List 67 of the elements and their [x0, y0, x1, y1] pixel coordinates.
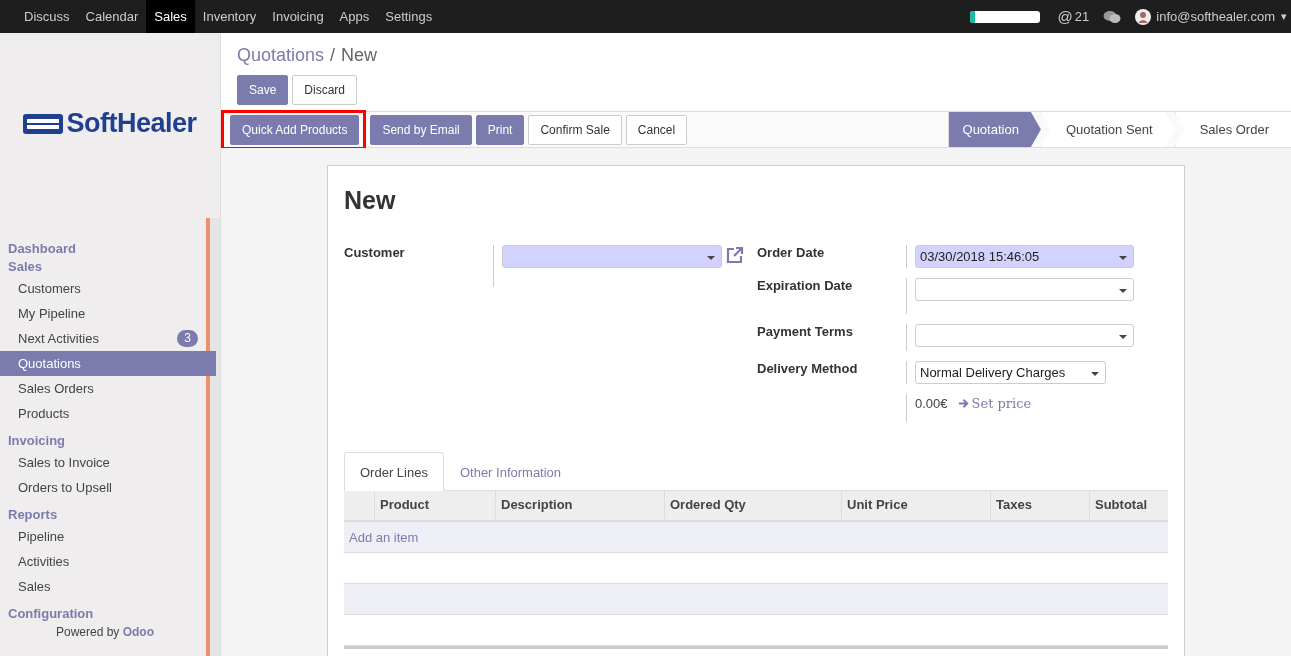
sidebar-item[interactable]: Pipeline	[0, 524, 216, 549]
dropdown-caret-icon	[1119, 289, 1127, 293]
app-menu-item[interactable]: Invoicing	[264, 0, 332, 33]
customer-field[interactable]	[502, 245, 722, 268]
field-label: Customer	[344, 245, 406, 261]
dropdown-field[interactable]: Normal Delivery Charges	[915, 361, 1106, 384]
sidebar-item[interactable]: Products	[0, 401, 216, 426]
sidebar-item[interactable]: Activities	[0, 549, 216, 574]
column-header: Unit Price	[841, 491, 990, 520]
dropdown-caret-icon	[1119, 256, 1127, 260]
action-button[interactable]: Quick Add Products	[230, 114, 360, 145]
add-item-link[interactable]: Add an item	[344, 529, 419, 545]
external-link-icon[interactable]	[725, 245, 745, 265]
column-header: Taxes	[990, 491, 1089, 520]
breadcrumb-current: New	[341, 44, 378, 66]
sidebar-item[interactable]: Sales to Invoice	[0, 450, 216, 475]
breadcrumb-separator: /	[330, 44, 336, 66]
save-button[interactable]: Save	[237, 75, 289, 105]
dropdown-caret-icon	[1119, 335, 1127, 339]
column-header: Ordered Qty	[664, 491, 841, 520]
record-title: New	[344, 186, 397, 215]
action-button[interactable]: Confirm Sale	[528, 114, 622, 145]
dropdown-caret-icon	[707, 256, 715, 260]
action-button[interactable]: Print	[475, 114, 525, 145]
price-text: 0.00€	[915, 395, 948, 411]
sidebar-item[interactable]: Quotations	[0, 351, 216, 376]
app-menu-item[interactable]: Apps	[331, 0, 378, 33]
field-label: Delivery Method	[757, 361, 859, 377]
sidebar-item[interactable]: My Pipeline	[0, 301, 216, 326]
status-step[interactable]: Sales Order	[1174, 112, 1291, 147]
app-menu-item[interactable]: Inventory	[194, 0, 265, 33]
dropdown-caret-icon	[1091, 372, 1099, 376]
action-button[interactable]: Send by Email	[370, 114, 472, 145]
set-price-link[interactable]: Set price	[957, 395, 1032, 411]
status-step[interactable]: Quotation	[947, 112, 1041, 147]
field-label: Expiration Date	[757, 278, 854, 294]
arrow-icon	[957, 397, 969, 409]
sidebar-item[interactable]: Sales Orders	[0, 376, 216, 401]
field-label: Order Date	[757, 245, 826, 261]
app-menu-item[interactable]: Sales	[146, 0, 195, 33]
dropdown-field[interactable]	[915, 278, 1134, 301]
breadcrumb-link[interactable]: Quotations	[237, 44, 325, 66]
action-button[interactable]: Cancel	[625, 114, 688, 145]
discard-button[interactable]: Discard	[292, 75, 358, 105]
dropdown-field[interactable]: 03/30/2018 15:46:05	[915, 245, 1134, 268]
app-menu-item[interactable]: Discuss	[16, 0, 78, 33]
app-menu-item[interactable]: Calendar	[77, 0, 147, 33]
logo-text: SoftHealer	[66, 108, 197, 139]
user-menu[interactable]: info@softhealer.com ▾	[1135, 8, 1287, 25]
tab[interactable]: Other Information	[443, 452, 578, 491]
count-badge: 3	[177, 330, 198, 347]
avatar-icon	[1135, 8, 1152, 25]
chat-icon[interactable]	[1103, 9, 1122, 24]
sidebar-item[interactable]: Customers	[0, 276, 216, 301]
field-label: Payment Terms	[757, 324, 854, 340]
sidebar-item[interactable]: Sales	[0, 574, 216, 599]
column-header: Product	[374, 491, 495, 520]
mentions-link[interactable]: @21	[1057, 8, 1090, 25]
tab[interactable]: Order Lines	[344, 452, 444, 491]
powered-by-text: Powered by Odoo	[55, 625, 155, 639]
sidebar-item[interactable]: Orders to Upsell	[0, 475, 216, 500]
app-menu-item[interactable]: Settings	[377, 0, 441, 33]
status-step[interactable]: Quotation Sent	[1040, 112, 1175, 147]
column-header: Description	[495, 491, 664, 520]
sidebar-item[interactable]: Next Activities 3	[0, 326, 216, 351]
dropdown-field[interactable]	[915, 324, 1134, 347]
column-header: Subtotal	[1089, 491, 1184, 520]
